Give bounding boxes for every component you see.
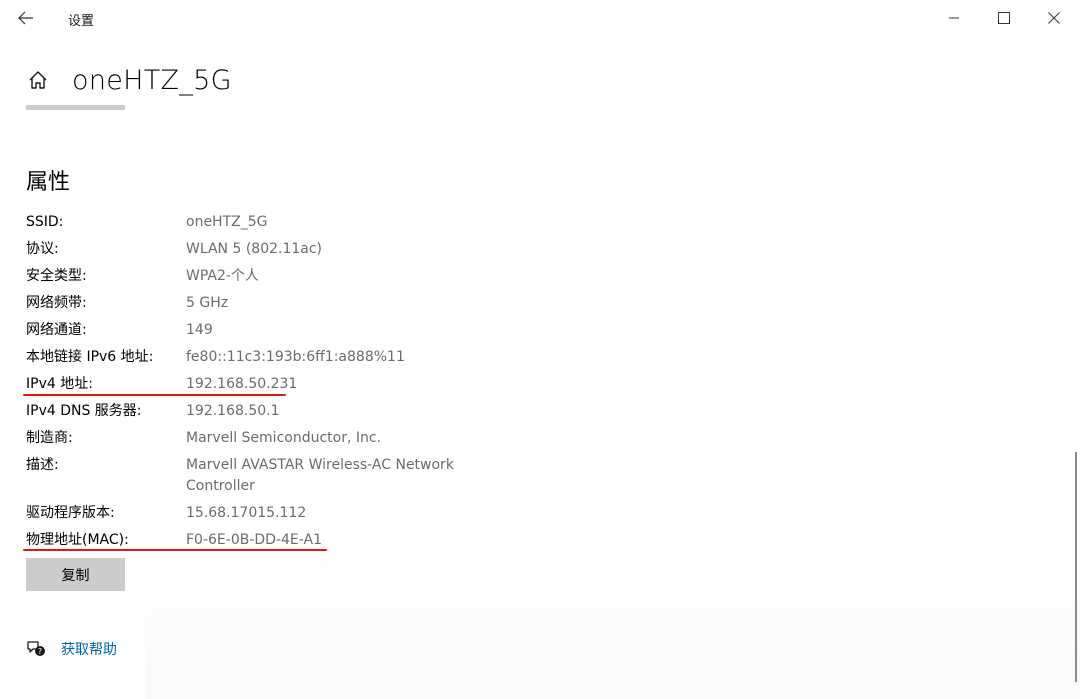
- property-row-ipv6-address: 本地链接 IPv6 地址: fe80::11c3:193b:6ff1:a888%…: [26, 347, 486, 368]
- property-row-ipv4-dns: IPv4 DNS 服务器: 192.168.50.1: [26, 401, 486, 422]
- minimize-icon: [949, 17, 959, 19]
- property-label: 协议:: [26, 241, 59, 257]
- property-row-protocol: 协议: WLAN 5 (802.11ac): [26, 239, 486, 260]
- property-value: 192.168.50.231: [186, 376, 298, 392]
- property-row-network-channel: 网络通道: 149: [26, 320, 486, 341]
- app-title: 设置: [68, 14, 95, 29]
- background-shade: [145, 560, 1080, 699]
- ipv4-highlight-underline: [23, 394, 286, 396]
- property-value: fe80::11c3:193b:6ff1:a888%11: [186, 349, 405, 365]
- section-title: 属性: [26, 170, 71, 195]
- property-value: 15.68.17015.112: [186, 505, 307, 521]
- properties-list: SSID: oneHTZ_5G 协议: WLAN 5 (802.11ac) 安全…: [26, 212, 486, 557]
- copy-button[interactable]: 复制: [26, 558, 125, 591]
- back-button[interactable]: [14, 6, 38, 30]
- property-row-manufacturer: 制造商: Marvell Semiconductor, Inc.: [26, 428, 486, 449]
- property-row-driver-version: 驱动程序版本: 15.68.17015.112: [26, 503, 486, 524]
- property-value: F0-6E-0B-DD-4E-A1: [186, 532, 322, 548]
- minimize-button[interactable]: [939, 4, 969, 32]
- property-label: IPv4 地址:: [26, 376, 93, 392]
- property-row-mac-address: 物理地址(MAC): F0-6E-0B-DD-4E-A1: [26, 530, 486, 551]
- property-value: oneHTZ_5G: [186, 214, 268, 230]
- maximize-icon: [998, 12, 1010, 24]
- property-label: 网络通道:: [26, 322, 87, 338]
- home-icon[interactable]: [26, 68, 50, 92]
- property-value: Marvell Semiconductor, Inc.: [186, 430, 382, 446]
- property-label: 安全类型:: [26, 268, 87, 284]
- title-bar: 设置: [0, 0, 1080, 36]
- property-label: SSID:: [26, 214, 64, 230]
- page-header: oneHTZ_5G: [26, 60, 232, 100]
- property-label: 驱动程序版本:: [26, 505, 115, 521]
- property-label: 描述:: [26, 457, 59, 473]
- get-help-link[interactable]: ? 获取帮助: [26, 639, 117, 659]
- back-arrow-icon: [18, 11, 33, 25]
- property-value: 5 GHz: [186, 295, 229, 311]
- mac-highlight-underline: [23, 549, 327, 551]
- property-row-security-type: 安全类型: WPA2-个人: [26, 266, 486, 287]
- scrollbar[interactable]: [1075, 452, 1077, 682]
- settings-window: 设置 oneHTZ_5G 属性 SSID: oneHTZ_5G 协议: WLAN…: [0, 0, 1080, 699]
- property-value: WLAN 5 (802.11ac): [186, 241, 323, 257]
- maximize-button[interactable]: [989, 4, 1019, 32]
- svg-text:?: ?: [38, 647, 42, 656]
- property-label: 本地链接 IPv6 地址:: [26, 349, 154, 365]
- property-value: 192.168.50.1: [186, 403, 280, 419]
- property-value: 149: [186, 322, 213, 338]
- property-value: Marvell AVASTAR Wireless-AC Network Cont…: [186, 457, 454, 494]
- get-help-label: 获取帮助: [61, 642, 117, 658]
- help-chat-icon: ?: [26, 639, 46, 659]
- property-label: 物理地址(MAC):: [26, 532, 129, 548]
- property-row-network-band: 网络频带: 5 GHz: [26, 293, 486, 314]
- close-button[interactable]: [1039, 4, 1069, 32]
- property-row-ipv4-address: IPv4 地址: 192.168.50.231: [26, 374, 486, 395]
- close-icon: [1048, 12, 1060, 24]
- property-label: 网络频带:: [26, 295, 87, 311]
- property-label: 制造商:: [26, 430, 73, 446]
- header-underline: [26, 105, 125, 110]
- property-label: IPv4 DNS 服务器:: [26, 403, 142, 419]
- property-row-description: 描述: Marvell AVASTAR Wireless-AC Network …: [26, 455, 486, 497]
- page-title: oneHTZ_5G: [72, 64, 232, 96]
- property-row-ssid: SSID: oneHTZ_5G: [26, 212, 486, 233]
- property-value: WPA2-个人: [186, 268, 259, 284]
